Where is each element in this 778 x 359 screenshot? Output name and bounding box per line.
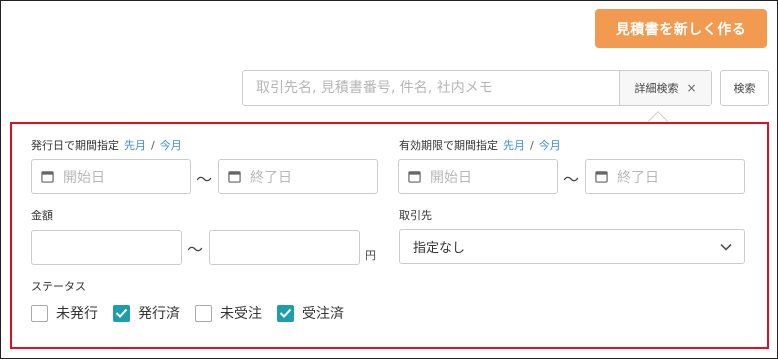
search-bar: 詳細検索 × bbox=[242, 70, 712, 106]
search-button[interactable]: 検索 bbox=[720, 70, 769, 106]
close-icon[interactable]: × bbox=[686, 81, 696, 95]
advanced-search-panel bbox=[10, 122, 769, 349]
search-input[interactable] bbox=[243, 71, 619, 105]
create-estimate-button[interactable]: 見積書を新しく作る bbox=[595, 9, 767, 48]
advanced-search-toggle[interactable]: 詳細検索 × bbox=[619, 71, 711, 105]
advanced-search-label: 詳細検索 bbox=[634, 82, 679, 95]
